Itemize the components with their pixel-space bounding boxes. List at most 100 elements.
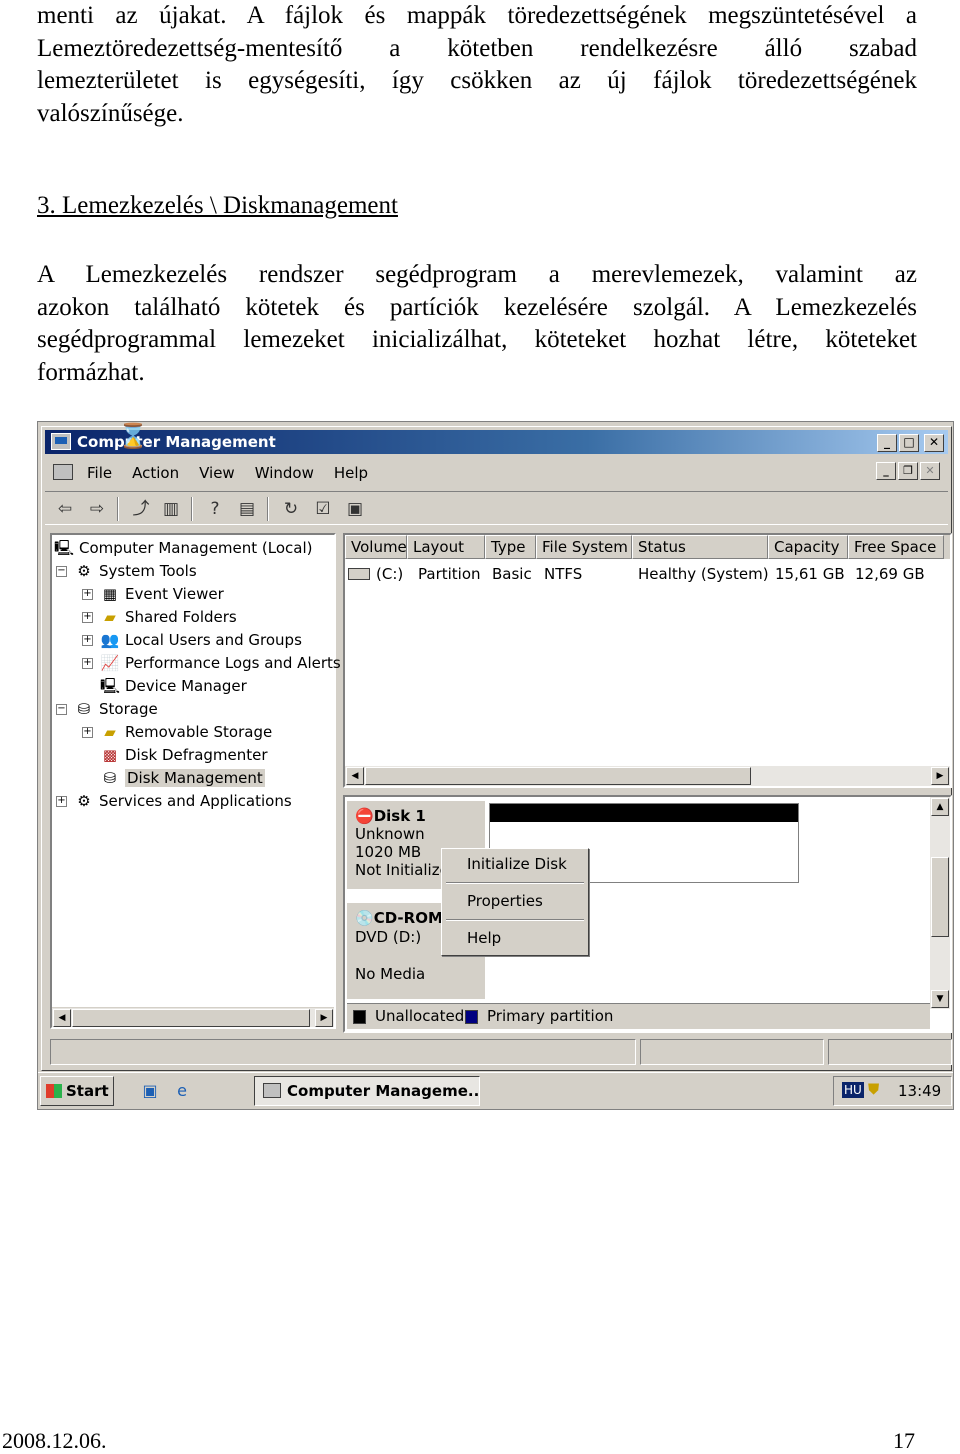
list-scrollbar[interactable]: ◀ ▶ <box>345 766 950 786</box>
tree-label: Local Users and Groups <box>125 631 302 649</box>
cell-capacity: 15,61 GB <box>775 565 845 583</box>
title-bar[interactable]: Computer Management _ □ ✕ <box>45 430 948 454</box>
screenshot: Computer Management _ □ ✕ File Action Vi… <box>37 421 954 1110</box>
tree-item-storage[interactable]: ⛁ Storage <box>74 698 158 720</box>
column-volume[interactable]: Volume <box>345 535 407 559</box>
cell-file-system: NTFS <box>544 565 583 583</box>
disk-pane-scrollbar[interactable]: ▲ ▼ <box>930 797 950 1009</box>
tree-label: Device Manager <box>125 677 247 695</box>
scroll-right-icon[interactable]: ▶ <box>931 767 949 785</box>
column-free-space[interactable]: Free Space <box>848 535 944 559</box>
mmc-icon[interactable] <box>53 464 73 480</box>
tree-label: Disk Management <box>125 769 265 787</box>
tree-item-system-tools[interactable]: ⚙ System Tools <box>74 560 196 582</box>
collapse-icon[interactable]: − <box>56 566 67 577</box>
intro-line: valószínűsége. <box>37 99 184 127</box>
scroll-thumb[interactable] <box>931 857 949 937</box>
forward-arrow-icon[interactable]: ⇨ <box>85 498 109 520</box>
up-folder-icon[interactable]: ⤴ <box>129 498 153 520</box>
expand-icon[interactable]: + <box>82 727 93 738</box>
scroll-right-icon[interactable]: ▶ <box>315 1009 333 1027</box>
help-icon[interactable]: ? <box>203 498 227 520</box>
performance-icon: 📈 <box>100 654 120 672</box>
tree-item-services[interactable]: ⚙ Services and Applications <box>74 790 291 812</box>
column-file-system[interactable]: File System <box>536 535 632 559</box>
column-type[interactable]: Type <box>485 535 536 559</box>
cdrom-media: No Media <box>355 965 426 983</box>
tree-scrollbar[interactable]: ◀ ▶ <box>52 1007 334 1027</box>
expand-icon[interactable]: + <box>82 658 93 669</box>
maximize-button[interactable]: □ <box>899 434 919 452</box>
cd-drive-icon: 💿 <box>355 909 374 927</box>
security-shield-icon[interactable]: ⛊ <box>868 1080 879 1098</box>
menu-action[interactable]: Action <box>132 464 179 482</box>
taskbar-computer-management[interactable]: Computer Manageme... <box>254 1076 480 1106</box>
primary-swatch <box>465 1010 478 1024</box>
tree-item-root[interactable]: 🖳 Computer Management (Local) <box>54 537 313 559</box>
show-hide-tree-icon[interactable]: ▥ <box>159 498 183 520</box>
child-close-button[interactable]: ✕ <box>920 462 940 480</box>
start-button[interactable]: Start <box>40 1076 114 1106</box>
event-viewer-icon: ▦ <box>102 585 118 603</box>
scroll-thumb[interactable] <box>72 1009 310 1027</box>
language-indicator[interactable]: HU <box>842 1082 864 1098</box>
intro-line: lemezterületet is egységesíti, így csökk… <box>37 67 917 94</box>
child-minimize-button[interactable]: _ <box>876 462 896 480</box>
body-line: azokon található kötetek és partíciók ke… <box>37 293 917 321</box>
tree-label: Shared Folders <box>125 608 237 626</box>
menu-file[interactable]: File <box>87 464 112 482</box>
expand-icon[interactable]: + <box>82 635 93 646</box>
tools-icon: ⚙ <box>77 562 91 580</box>
column-layout[interactable]: Layout <box>407 535 485 559</box>
windows-logo-icon <box>46 1084 62 1098</box>
menu-item-initialize-disk[interactable]: Initialize Disk <box>467 855 567 873</box>
unallocated-stripe <box>490 804 798 822</box>
back-arrow-icon[interactable]: ⇦ <box>53 498 77 520</box>
scroll-down-icon[interactable]: ▼ <box>931 990 949 1008</box>
body-line: formázhat. <box>37 358 145 386</box>
scroll-left-icon[interactable]: ◀ <box>346 767 364 785</box>
tree-item-disk-defragmenter[interactable]: ▩ Disk Defragmenter <box>100 744 268 766</box>
checklist-icon[interactable]: ☑ <box>311 498 335 520</box>
collapse-icon[interactable]: − <box>56 704 67 715</box>
clock[interactable]: 13:49 <box>898 1082 941 1100</box>
menu-view[interactable]: View <box>199 464 235 482</box>
disk-tool-icon[interactable]: ▣ <box>343 498 367 520</box>
tree-item-local-users[interactable]: 👥 Local Users and Groups <box>100 629 302 651</box>
expand-icon[interactable]: + <box>82 612 93 623</box>
child-restore-button[interactable]: ❐ <box>898 462 918 480</box>
tree-item-perf-logs[interactable]: 📈 Performance Logs and Alerts <box>100 652 341 674</box>
tree-item-removable-storage[interactable]: ▰ Removable Storage <box>100 721 272 743</box>
menu-help[interactable]: Help <box>334 464 368 482</box>
internet-explorer-icon[interactable]: e <box>172 1081 192 1101</box>
computer-icon: 🖳 <box>54 539 75 557</box>
menu-item-help[interactable]: Help <box>467 929 501 947</box>
tree-item-shared-folders[interactable]: ▰ Shared Folders <box>100 606 237 628</box>
scroll-thumb[interactable] <box>365 767 751 785</box>
intro-paragraph: menti az újakat. A fájlok és mappák töre… <box>37 0 917 130</box>
expand-icon[interactable]: + <box>82 589 93 600</box>
tree-item-event-viewer[interactable]: ▦ Event Viewer <box>100 583 224 605</box>
table-row[interactable]: (C:) Partition Basic NTFS Healthy (Syste… <box>345 563 950 585</box>
column-status[interactable]: Status <box>632 535 768 559</box>
tree-item-disk-management[interactable]: ⛁ Disk Management <box>100 767 265 789</box>
section-heading: 3. Lemezkezelés \ Diskmanagement <box>37 192 398 219</box>
expand-icon[interactable]: + <box>56 796 67 807</box>
tree-item-device-manager[interactable]: 🖳 Device Manager <box>100 675 247 697</box>
scroll-left-icon[interactable]: ◀ <box>53 1009 71 1027</box>
scroll-up-icon[interactable]: ▲ <box>931 798 949 816</box>
column-capacity[interactable]: Capacity <box>768 535 848 559</box>
cell-type: Basic <box>492 565 532 583</box>
minimize-button[interactable]: _ <box>877 434 897 452</box>
menu-item-properties[interactable]: Properties <box>467 892 543 910</box>
properties-icon[interactable]: ▤ <box>235 498 259 520</box>
disk1-type: Unknown <box>355 825 425 843</box>
close-button[interactable]: ✕ <box>924 434 944 452</box>
menu-window[interactable]: Window <box>255 464 314 482</box>
page-number: 17 <box>893 1428 915 1453</box>
show-desktop-icon[interactable]: ▣ <box>140 1081 160 1101</box>
system-tray: HU ⛊ 13:49 <box>833 1076 952 1106</box>
legend: Unallocated Primary partition <box>347 1003 930 1029</box>
menu-bar: File Action View Window Help _ ❐ ✕ <box>45 459 948 487</box>
refresh-icon[interactable]: ↻ <box>279 498 303 520</box>
